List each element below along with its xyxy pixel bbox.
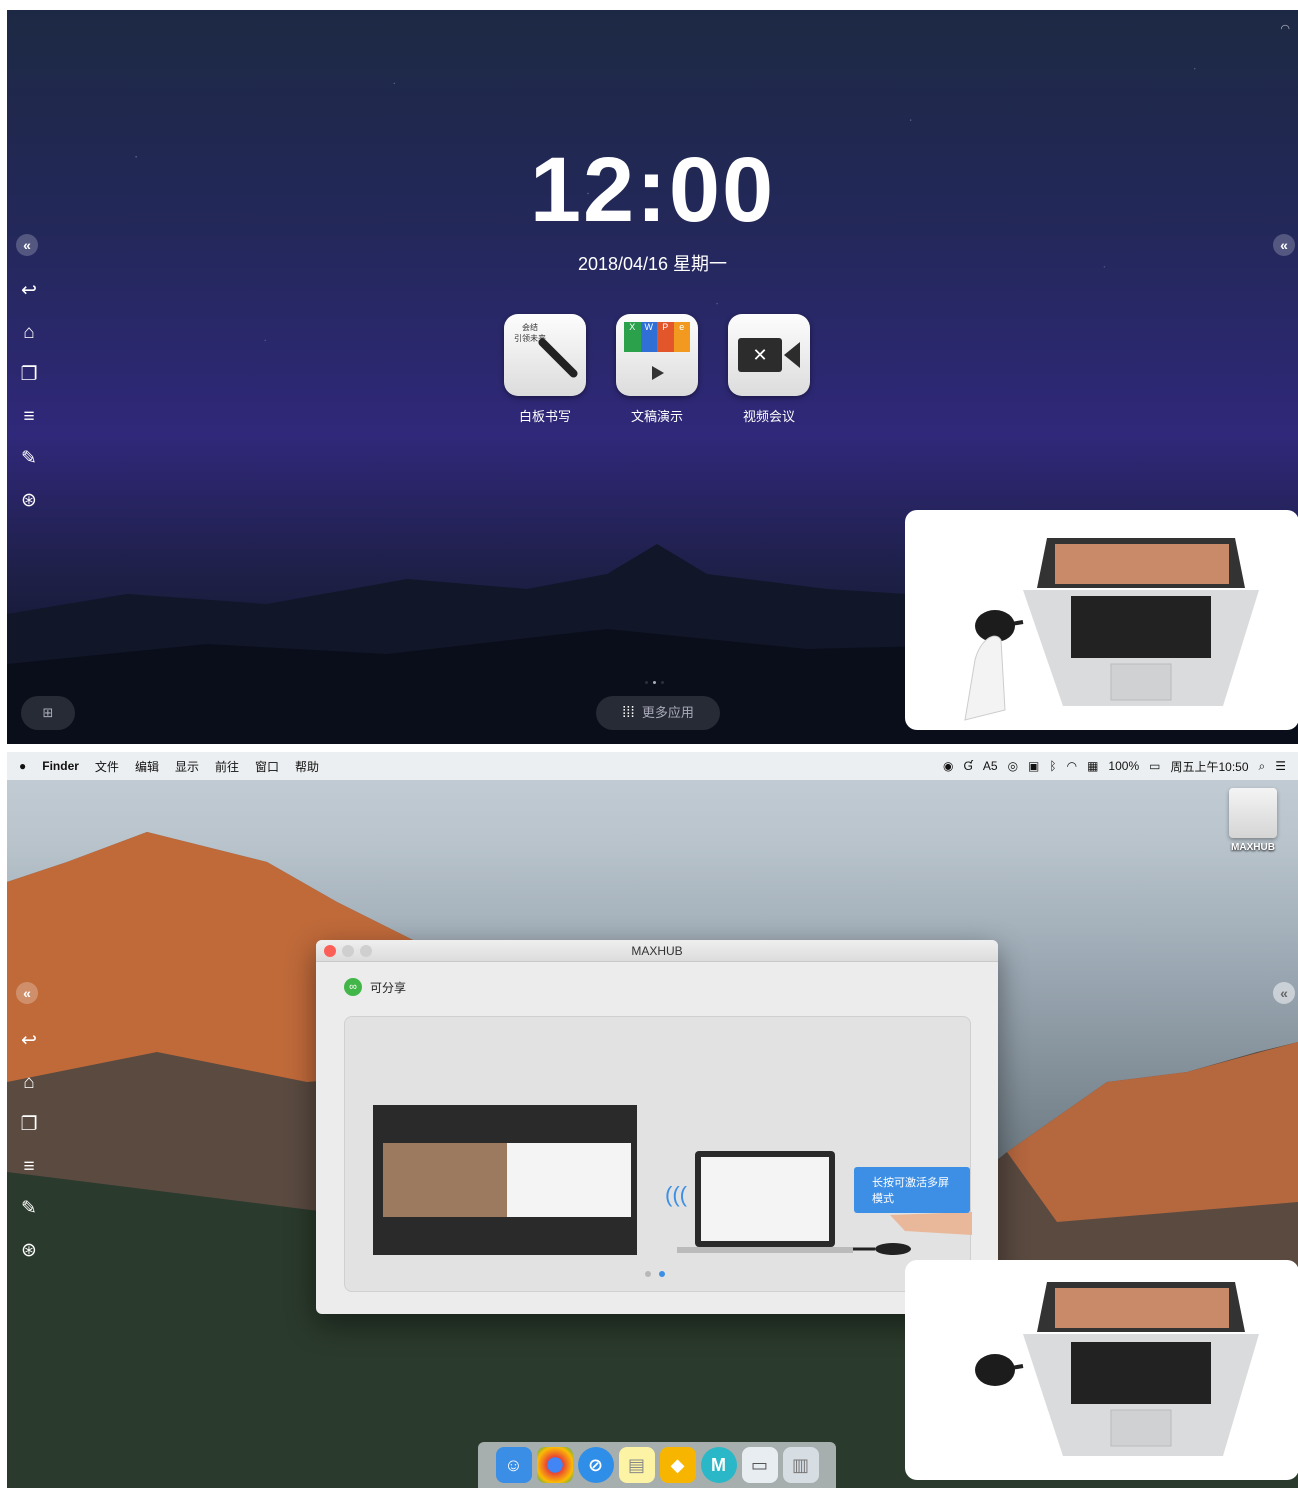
- clock: 12:00: [529, 139, 776, 241]
- status-app-icon[interactable]: ▣: [1028, 759, 1039, 773]
- spotlight-icon[interactable]: ⌕: [1259, 759, 1266, 774]
- menu-icon[interactable]: ≡: [17, 405, 41, 429]
- back-icon[interactable]: ↩: [17, 279, 41, 303]
- grid-icon: ⊞: [42, 705, 54, 720]
- page-indicator: [645, 681, 664, 684]
- menubar-status-area: ◉ Ɠ A5 ◎ ▣ ᛒ ◠ ▦ 100% ▭ 周五上午10:50 ⌕ ☰: [943, 758, 1286, 775]
- status-adobe-icon[interactable]: A5: [983, 759, 998, 773]
- menu-help[interactable]: 帮助: [295, 758, 319, 775]
- bluetooth-icon[interactable]: ᛒ: [1049, 759, 1056, 773]
- apps-grid-icon: ⁞⁞⁞: [622, 704, 635, 721]
- macos-menubar: ● Finder 文件 编辑 显示 前往 窗口 帮助 ◉ Ɠ A5 ◎ ▣ ᛒ …: [7, 752, 1298, 780]
- menu-edit[interactable]: 编辑: [135, 758, 159, 775]
- laptop-dongle-illustration: [905, 510, 1298, 730]
- menu-file[interactable]: 文件: [95, 758, 119, 775]
- menu-icon[interactable]: ≡: [17, 1155, 41, 1179]
- trash-icon[interactable]: ▥: [782, 1447, 819, 1483]
- collapse-left-icon[interactable]: «: [16, 234, 38, 256]
- battery-label[interactable]: 100%: [1108, 759, 1139, 773]
- presentation-icon: X W P e: [616, 314, 698, 396]
- status-app-icon[interactable]: ◉: [943, 759, 953, 773]
- app-whiteboard[interactable]: 会结 引领未来 白板书写: [504, 314, 586, 425]
- menu-view[interactable]: 显示: [175, 758, 199, 775]
- maxhub-home-screen: ◠ 12:00 2018/04/16 星期一 会结 引领未来 白板书写 X W …: [7, 10, 1298, 744]
- zoom-window-icon[interactable]: [360, 945, 372, 957]
- app-video-conference[interactable]: ✕ 视频会议: [728, 314, 810, 425]
- tutorial-page-dots[interactable]: [645, 1271, 665, 1277]
- status-app-icon[interactable]: Ɠ: [964, 759, 973, 773]
- windows-icon[interactable]: ❐: [17, 363, 41, 387]
- menu-finder[interactable]: Finder: [42, 759, 79, 773]
- collapse-left-icon[interactable]: «: [16, 982, 38, 1004]
- more-apps-label: 更多应用: [641, 705, 694, 720]
- window-titlebar[interactable]: MAXHUB: [316, 940, 998, 962]
- side-toolbar: ↩ ⌂ ❐ ≡ ✎ ⊛: [17, 1029, 45, 1281]
- play-icon: [652, 366, 664, 380]
- windows-grid-button[interactable]: ⊞: [21, 696, 75, 730]
- preview-icon[interactable]: ▭: [741, 1447, 778, 1483]
- app-launcher: 会结 引领未来 白板书写 X W P e 文稿演示 ✕ 视频会议: [504, 314, 810, 425]
- multi-screen-diagram: (((: [373, 1105, 972, 1255]
- macos-dock: ☺ ⊘ ▤ ◆ M ▭ ▥: [478, 1442, 836, 1488]
- maxhub-dock-icon[interactable]: M: [700, 1447, 737, 1483]
- menu-window[interactable]: 窗口: [255, 758, 279, 775]
- app-label: 文稿演示: [630, 409, 683, 424]
- minimize-window-icon[interactable]: [342, 945, 354, 957]
- status-app-icon[interactable]: ◎: [1008, 759, 1018, 773]
- wifi-icon[interactable]: ◠: [1067, 759, 1077, 773]
- drive-icon: [1229, 788, 1277, 838]
- finder-icon[interactable]: ☺: [495, 1447, 532, 1483]
- link-icon: ∞: [344, 978, 362, 996]
- tutorial-illustration: ((( 长按可激活多屏模式: [344, 1016, 972, 1292]
- home-icon[interactable]: ⌂: [17, 1071, 41, 1095]
- macos-desktop: ● Finder 文件 编辑 显示 前往 窗口 帮助 ◉ Ɠ A5 ◎ ▣ ᛒ …: [7, 752, 1298, 1488]
- svg-text:(((: (((: [665, 1182, 688, 1207]
- sketch-icon[interactable]: ◆: [659, 1447, 696, 1483]
- multi-screen-tooltip: 长按可激活多屏模式: [854, 1167, 970, 1213]
- app-label: 视频会议: [742, 409, 795, 424]
- menu-go[interactable]: 前往: [215, 758, 239, 775]
- pen-icon[interactable]: ✎: [17, 1197, 41, 1221]
- menubar-clock[interactable]: 周五上午10:50: [1170, 758, 1248, 775]
- pen-icon[interactable]: ✎: [17, 447, 41, 471]
- maxhub-icon[interactable]: ⊛: [17, 1239, 41, 1263]
- home-icon[interactable]: ⌂: [17, 321, 41, 345]
- laptop-dongle-illustration: [905, 1260, 1298, 1480]
- collapse-right-icon[interactable]: «: [1273, 234, 1295, 256]
- notes-icon[interactable]: ▤: [618, 1447, 655, 1483]
- notification-center-icon[interactable]: ☰: [1275, 759, 1286, 773]
- window-title: MAXHUB: [631, 944, 683, 958]
- collapse-right-icon[interactable]: «: [1273, 982, 1295, 1004]
- video-camera-icon: ✕: [728, 314, 810, 396]
- share-status: ∞ 可分享: [344, 978, 406, 996]
- side-toolbar: ↩ ⌂ ❐ ≡ ✎ ⊛: [17, 279, 45, 531]
- wifi-icon: ◠: [1280, 23, 1290, 35]
- close-window-icon[interactable]: [324, 945, 336, 957]
- maxhub-app-window: MAXHUB ∞ 可分享 ((( 长按可激活多屏模式: [316, 940, 998, 1314]
- battery-icon[interactable]: ▭: [1149, 759, 1160, 773]
- desktop-drive[interactable]: MAXHUB: [1226, 788, 1280, 853]
- maxhub-icon[interactable]: ⊛: [17, 489, 41, 513]
- windows-icon[interactable]: ❐: [17, 1113, 41, 1137]
- drive-label: MAXHUB: [1231, 842, 1275, 853]
- share-status-label: 可分享: [370, 980, 407, 995]
- input-method-icon[interactable]: ▦: [1087, 759, 1098, 773]
- date-label: 2018/04/16 星期一: [577, 254, 728, 274]
- app-presentation[interactable]: X W P e 文稿演示: [616, 314, 698, 425]
- app-label: 白板书写: [518, 409, 571, 424]
- whiteboard-pen-icon: 会结 引领未来: [504, 314, 586, 396]
- more-apps-button[interactable]: ⁞⁞⁞ 更多应用: [596, 696, 720, 730]
- safari-icon[interactable]: ⊘: [577, 1447, 614, 1483]
- back-icon[interactable]: ↩: [17, 1029, 41, 1053]
- apple-menu-icon[interactable]: ●: [19, 759, 26, 773]
- chrome-icon[interactable]: [536, 1447, 573, 1483]
